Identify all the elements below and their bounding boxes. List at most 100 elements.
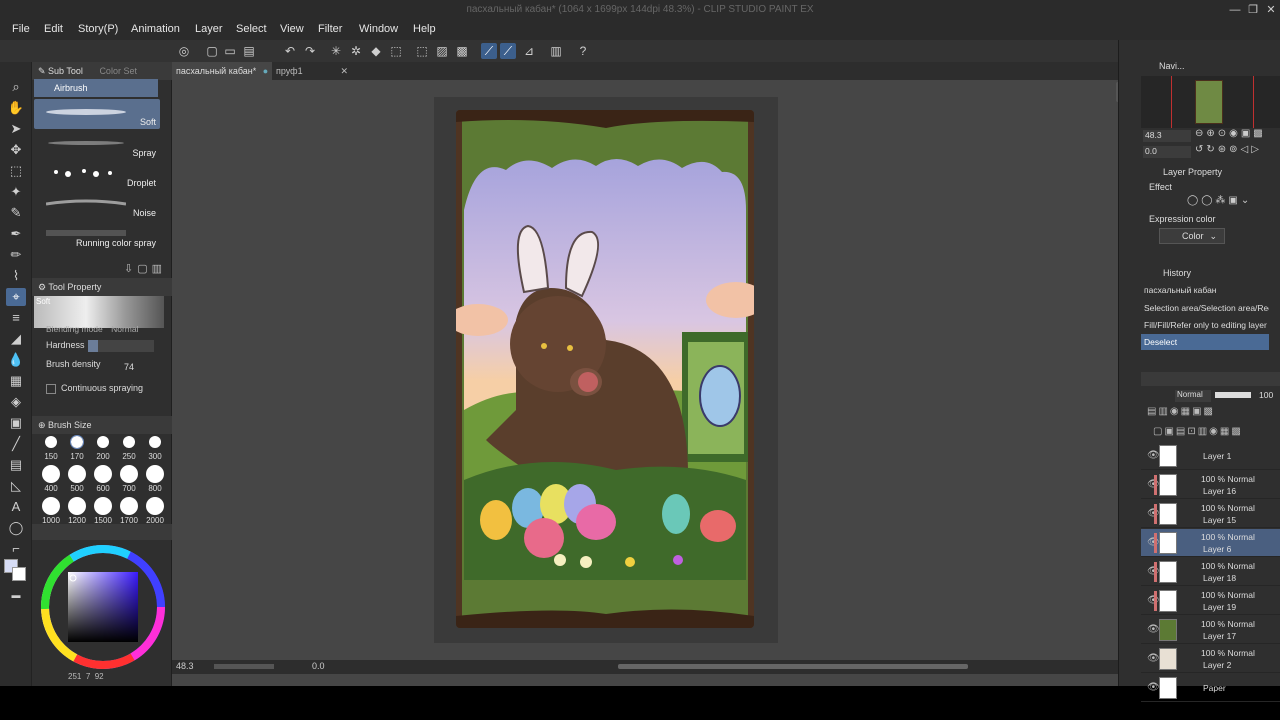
brush-size-1500[interactable] bbox=[94, 497, 112, 515]
pencil-tool-icon[interactable]: ✏ bbox=[6, 246, 26, 264]
brush-droplet[interactable]: Droplet bbox=[34, 160, 160, 190]
brush-size-400[interactable] bbox=[42, 465, 60, 483]
undo-icon[interactable]: ↶ bbox=[282, 43, 298, 59]
navigator-rotate-buttons[interactable]: ↺↻⊛⊚◁▷ bbox=[1195, 144, 1262, 155]
zoom-value[interactable]: 48.3 bbox=[176, 661, 194, 671]
brush-size-600[interactable] bbox=[94, 465, 112, 483]
tab-easter-boar[interactable]: пасхальный кабан* ● bbox=[172, 62, 272, 80]
sub-color-swatch[interactable] bbox=[12, 567, 26, 581]
layer-row[interactable]: 👁 100 % Normal Layer 2 bbox=[1141, 645, 1280, 673]
navigator-angle[interactable]: 0.0 bbox=[1143, 146, 1191, 158]
zoom-slider[interactable] bbox=[214, 664, 274, 669]
zoom-tool-icon[interactable]: ⌕ bbox=[6, 78, 26, 96]
brush-size-2000[interactable] bbox=[146, 497, 164, 515]
brush-tool-icon[interactable]: ⌇ bbox=[6, 267, 26, 285]
snap-grid-icon[interactable]: ⊿ bbox=[521, 43, 537, 59]
brush-density-value[interactable]: 74 bbox=[124, 362, 134, 372]
snap-ruler-icon[interactable]: ⟋ bbox=[481, 43, 497, 59]
airbrush-tool-icon[interactable]: ⌖ bbox=[6, 288, 26, 306]
brush-size-250[interactable] bbox=[123, 436, 135, 448]
brush-noise[interactable]: Noise bbox=[34, 190, 160, 220]
menu-window[interactable]: Window bbox=[359, 23, 398, 35]
balloon-tool-icon[interactable]: ◯ bbox=[6, 519, 26, 537]
history-item[interactable]: Fill/Fill/Refer only to editing layer bbox=[1141, 317, 1269, 333]
layer-lock-buttons[interactable]: ▤▥◉▦▣▩ bbox=[1147, 406, 1215, 417]
brush-size-500[interactable] bbox=[68, 465, 86, 483]
blend-tool-icon[interactable]: 💧 bbox=[6, 351, 26, 369]
menu-view[interactable]: View bbox=[280, 23, 304, 35]
brush-size-1700[interactable] bbox=[120, 497, 138, 515]
color-wheel[interactable] bbox=[38, 542, 168, 672]
layer-row[interactable]: 👁100 % NormalLayer 15 bbox=[1141, 500, 1280, 528]
layer-row[interactable]: 👁 Layer 1 bbox=[1141, 442, 1280, 470]
decoration-tool-icon[interactable]: ≡ bbox=[6, 309, 26, 327]
frame-tool-icon[interactable]: ▤ bbox=[6, 456, 26, 474]
layer-opacity-value[interactable]: 100 bbox=[1259, 390, 1273, 400]
history-item[interactable]: Deselect bbox=[1141, 334, 1269, 350]
visibility-eye-icon[interactable]: 👁 bbox=[1147, 682, 1160, 693]
visibility-eye-icon[interactable]: 👁 bbox=[1147, 450, 1160, 461]
brush-size-300[interactable] bbox=[149, 436, 161, 448]
text-tool-icon[interactable]: A bbox=[6, 498, 26, 516]
expression-color-dropdown[interactable]: Color ⌄ bbox=[1159, 228, 1225, 244]
layer-row[interactable]: 👁100 % NormalLayer 16 bbox=[1141, 471, 1280, 499]
new-file-icon[interactable]: ▢ bbox=[204, 43, 220, 59]
brush-size-200[interactable] bbox=[97, 436, 109, 448]
layer-row[interactable]: 👁 Paper bbox=[1141, 674, 1280, 702]
brush-size-1200[interactable] bbox=[68, 497, 86, 515]
rotation-value[interactable]: 0.0 bbox=[312, 661, 325, 671]
layer-opacity-slider[interactable] bbox=[1215, 392, 1251, 398]
menu-edit[interactable]: Edit bbox=[44, 23, 63, 35]
layer-row[interactable]: 👁100 % NormalLayer 18 bbox=[1141, 558, 1280, 586]
open-folder-icon[interactable]: ▭ bbox=[222, 43, 238, 59]
continuous-spraying-checkbox[interactable] bbox=[46, 384, 56, 394]
canvas-area[interactable]: пасхальный кабан* ● пруф1 ✕ bbox=[172, 62, 1120, 686]
clear-icon[interactable]: ✲ bbox=[348, 43, 364, 59]
maximize-button[interactable]: ❐ bbox=[1246, 3, 1260, 17]
blending-mode-row[interactable]: Blending mode Normal bbox=[46, 324, 139, 334]
fill-icon[interactable]: ◆ bbox=[368, 43, 384, 59]
help-icon[interactable]: ? bbox=[575, 43, 591, 59]
navigator-zoom[interactable]: 48.3 bbox=[1143, 130, 1191, 142]
redo-icon[interactable]: ↷ bbox=[302, 43, 318, 59]
layer-row[interactable]: 👁100 % NormalLayer 19 bbox=[1141, 587, 1280, 615]
brush-spray[interactable]: Spray bbox=[34, 130, 160, 160]
hardness-slider[interactable] bbox=[88, 340, 154, 352]
selection-border-icon[interactable]: ▩ bbox=[454, 43, 470, 59]
history-item[interactable]: Selection area/Selection area/Rectangle bbox=[1141, 300, 1269, 316]
navigator-preview[interactable] bbox=[1141, 76, 1280, 128]
transform-icon[interactable]: ⬚ bbox=[388, 43, 404, 59]
brush-size-1000[interactable] bbox=[42, 497, 60, 515]
gradient-tool-icon[interactable]: ▣ bbox=[6, 414, 26, 432]
minimize-button[interactable]: — bbox=[1228, 3, 1242, 17]
navigator-zoom-buttons[interactable]: ⊖⊕⊙◉▣▩ bbox=[1195, 128, 1266, 139]
unsaved-dot-icon[interactable]: ● bbox=[263, 66, 268, 76]
menu-layer[interactable]: Layer bbox=[195, 23, 223, 35]
brush-size-170[interactable] bbox=[70, 435, 84, 449]
brush-size-150[interactable] bbox=[45, 436, 57, 448]
visibility-eye-icon[interactable]: 👁 bbox=[1147, 653, 1160, 664]
settings-icon[interactable]: ▥ bbox=[548, 43, 564, 59]
deselect-icon[interactable]: ⬚ bbox=[414, 43, 430, 59]
tab-proof[interactable]: пруф1 ✕ bbox=[272, 62, 352, 80]
brush-soft[interactable]: Soft bbox=[34, 99, 160, 129]
eraser-tool-icon[interactable]: ◢ bbox=[6, 330, 26, 348]
save-icon[interactable]: ▤ bbox=[241, 43, 257, 59]
horizontal-scrollbar[interactable] bbox=[618, 664, 968, 669]
menu-select[interactable]: Select bbox=[236, 23, 267, 35]
move-tool-icon[interactable]: ✥ bbox=[6, 141, 26, 159]
correct-line-tool-icon[interactable]: ⌐ bbox=[6, 540, 26, 558]
menu-file[interactable]: File bbox=[12, 23, 30, 35]
figure-tool-icon[interactable]: ▦ bbox=[6, 372, 26, 390]
menu-filter[interactable]: Filter bbox=[318, 23, 342, 35]
transparent-color-icon[interactable]: ▬ bbox=[6, 586, 26, 604]
close-window-button[interactable]: ✕ bbox=[1264, 3, 1278, 17]
brush-running-color-spray[interactable]: Running color spray bbox=[34, 220, 160, 250]
effect-buttons[interactable]: ◯◯⁂▣⌄ bbox=[1187, 195, 1252, 206]
snap-special-ruler-icon[interactable]: ⟋ bbox=[500, 43, 516, 59]
subtool-actions[interactable]: ⇩▢▥ bbox=[124, 262, 166, 275]
invert-selection-icon[interactable]: ▨ bbox=[434, 43, 450, 59]
loading-icon[interactable]: ✳ bbox=[328, 43, 344, 59]
line-tool-icon[interactable]: ╱ bbox=[6, 435, 26, 453]
brush-size-700[interactable] bbox=[120, 465, 138, 483]
